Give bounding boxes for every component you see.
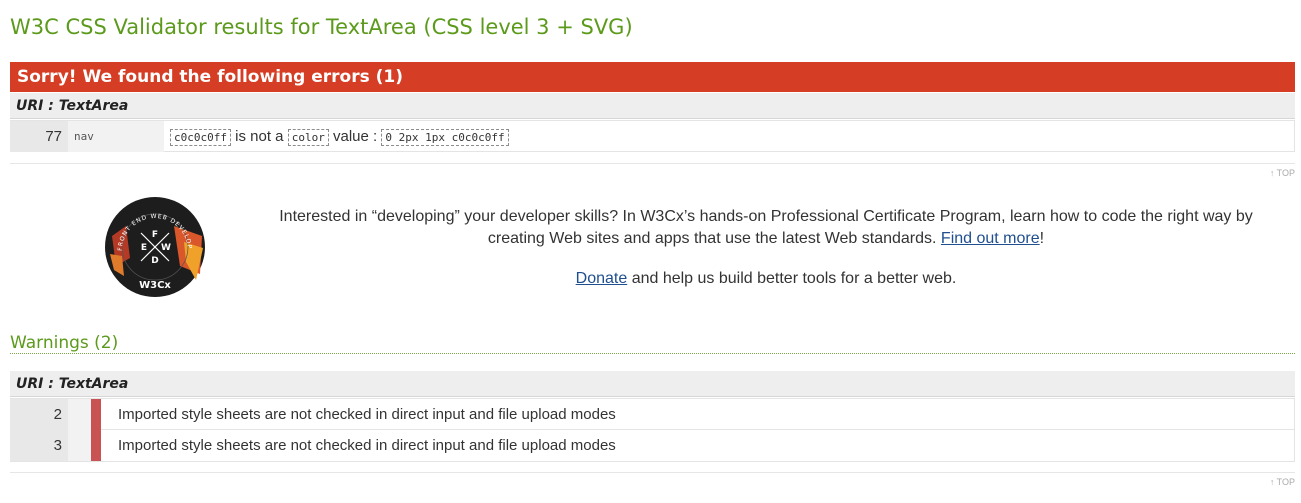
warning-line-number: 2 (10, 399, 68, 430)
logo-letter-w: W (161, 243, 171, 253)
find-out-more-link[interactable]: Find out more (941, 230, 1040, 247)
error-row: 77 nav c0c0c0ff is not a color value : 0… (10, 120, 1295, 152)
warning-level-bar (91, 430, 101, 461)
logo-letter-d: D (151, 256, 158, 266)
logo-letter-f: F (152, 230, 158, 240)
error-text-value: value : (333, 128, 378, 145)
warning-message: Imported style sheets are not checked in… (118, 406, 616, 423)
warning-spacer (68, 399, 91, 430)
warning-spacer (68, 430, 91, 461)
logo-letter-e: E (141, 243, 147, 253)
divider (10, 472, 1295, 473)
top-link[interactable]: ↑ TOP (1270, 477, 1295, 487)
warnings-title: Warnings (2) (10, 333, 1295, 354)
warning-row: 2 Imported style sheets are not checked … (10, 398, 1295, 430)
divider (10, 163, 1295, 164)
error-context: nav (68, 121, 164, 152)
promo-exclamation: ! (1039, 230, 1045, 247)
promo-text: Interested in “developing” your develope… (264, 206, 1268, 250)
warning-line-number: 3 (10, 430, 68, 461)
warnings-uri-header: URI : TextArea (10, 371, 1295, 397)
errors-banner: Sorry! We found the following errors (1) (10, 62, 1295, 92)
w3cx-logo-icon: FRONT END WEB DEVELOPER F E W D W3Cx (101, 191, 205, 297)
donate-text: Donate and help us build better tools fo… (264, 268, 1268, 290)
page-title: W3C CSS Validator results for TextArea (… (10, 15, 633, 39)
error-text-is-not-a: is not a (235, 128, 284, 145)
w3cx-logo[interactable]: FRONT END WEB DEVELOPER F E W D W3Cx (101, 191, 206, 298)
error-message: c0c0c0ff is not a color value : 0 2px 1p… (170, 121, 509, 152)
error-value-code: c0c0c0ff (170, 129, 231, 146)
warning-row: 3 Imported style sheets are not checked … (10, 430, 1295, 462)
warning-level-bar (91, 399, 101, 430)
warning-message: Imported style sheets are not checked in… (118, 437, 616, 454)
error-full-code: 0 2px 1px c0c0c0ff (381, 129, 509, 146)
top-link[interactable]: ↑ TOP (1270, 168, 1295, 178)
donate-message: and help us build better tools for a bet… (631, 270, 957, 287)
promo-text-body: Interested in “developing” your develope… (279, 208, 1253, 247)
errors-uri-header: URI : TextArea (10, 93, 1295, 119)
error-line-number: 77 (10, 121, 68, 152)
donate-link[interactable]: Donate (576, 270, 628, 287)
error-type-code: color (287, 129, 329, 146)
logo-w3cx-text: W3Cx (139, 280, 171, 291)
